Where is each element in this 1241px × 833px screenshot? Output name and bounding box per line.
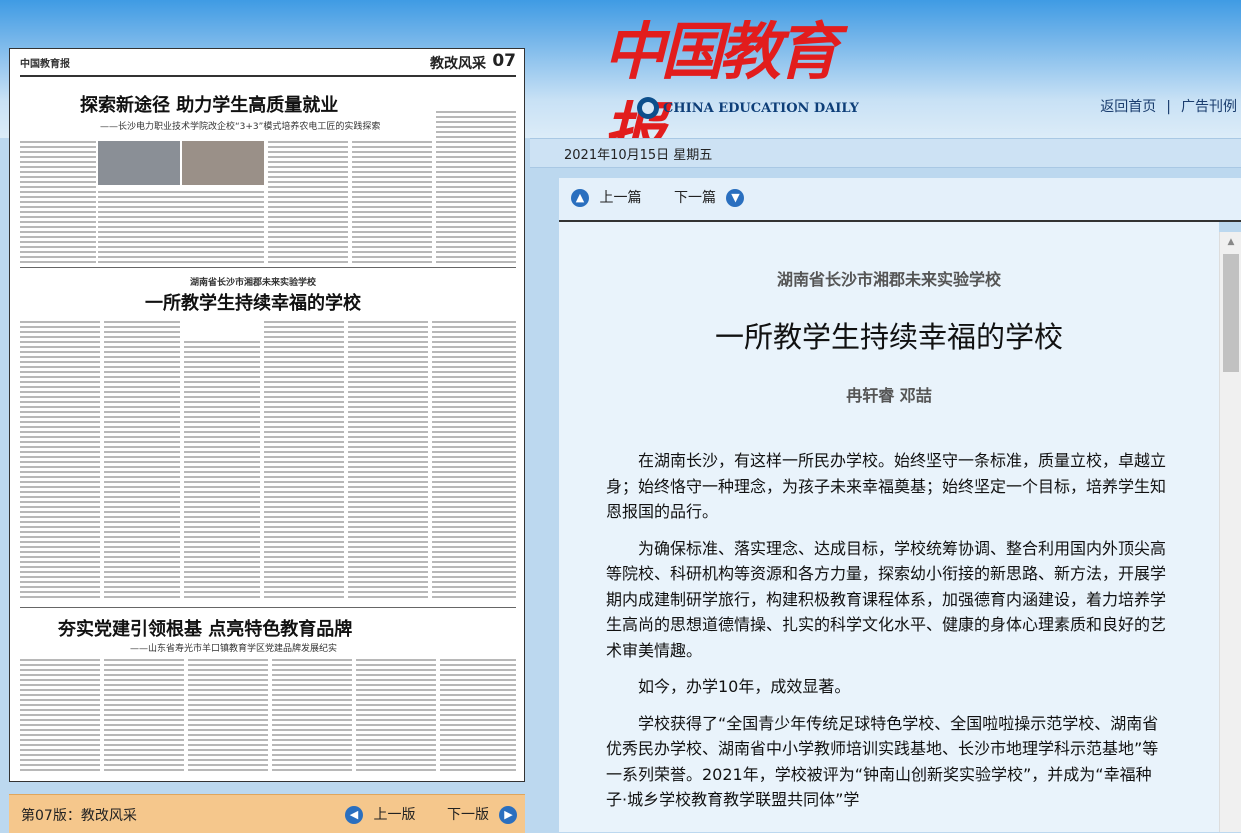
next-article-button[interactable]: 下一篇 ▼: [674, 187, 745, 207]
newspaper-header: 中国教育报 教改风采 07: [20, 51, 516, 77]
article-paragraph: 如今，办学10年，成效显著。: [638, 677, 851, 696]
newspaper-text-block: [436, 109, 516, 263]
next-article-label: 下一篇: [674, 190, 716, 206]
newspaper-text-block: [20, 657, 100, 773]
newspaper-text-block: [348, 319, 428, 599]
newspaper-text-block: [98, 189, 264, 263]
page-label: 第07版：教改风采: [21, 808, 137, 824]
newspaper-headline[interactable]: 探索新途径 助力学生高质量就业: [80, 91, 338, 117]
article-kicker: 湖南省长沙市湘郡未来实验学校: [776, 270, 1001, 289]
article-paragraph: 在湖南长沙，有这样一所民办学校。始终坚守一条标准，质量立校，卓越立身；始终恪守一…: [606, 451, 1167, 521]
newspaper-subhead: ——长沙电力职业技术学院改企校“3+3”模式培养农电工匠的实践探索: [100, 122, 381, 132]
article-authors: 冉轩睿 邓喆: [846, 386, 932, 405]
ad-rates-link[interactable]: 广告刊例: [1181, 99, 1237, 115]
newspaper-text-block: [268, 139, 348, 263]
article-paragraph: 学校获得了“全国青少年传统足球特色学校、全国啦啦操示范学校、湖南省优秀民办学校、…: [606, 713, 1159, 810]
newspaper-headline[interactable]: 夯实党建引领根基 点亮特色教育品牌: [58, 615, 352, 641]
newspaper-text-block: [188, 657, 268, 773]
newspaper-masthead: 中国教育报: [20, 59, 70, 70]
newspaper-text-block: [20, 139, 96, 263]
article-body: 在湖南长沙，有这样一所民办学校。始终坚守一条标准，质量立校，卓越立身；始终恪守一…: [606, 448, 1166, 824]
scroll-thumb[interactable]: [1223, 254, 1239, 372]
article-content: 湖南省长沙市湘郡未来实验学校 一所教学生持续幸福的学校 冉轩睿 邓喆 在湖南长沙…: [559, 222, 1219, 832]
newspaper-text-block: [184, 339, 260, 599]
newspaper-text-block: [104, 657, 184, 773]
newspaper-text-block: [272, 657, 352, 773]
emblem-icon: [637, 97, 659, 119]
newspaper-subhead: ——山东省寿光市羊口镇教育学区党建品牌发展纪实: [130, 644, 338, 654]
home-link[interactable]: 返回首页: [1100, 99, 1156, 115]
next-page-button[interactable]: 下一版 ▶: [447, 804, 518, 824]
newspaper-text-block: [432, 319, 516, 599]
newspaper-divider: [20, 267, 516, 268]
newspaper-text-block: [264, 319, 344, 599]
scrollbar[interactable]: ▲: [1219, 232, 1241, 832]
top-links: 返回首页 | 广告刊例: [1100, 96, 1237, 116]
newspaper-kicker: 湖南省长沙市湘郡未来实验学校: [190, 278, 317, 288]
newspaper-page-image[interactable]: 中国教育报 教改风采 07 探索新途径 助力学生高质量就业 ——长沙电力职业技术…: [9, 48, 525, 782]
prev-page-button[interactable]: ◀ 上一版: [345, 804, 415, 824]
newspaper-headline[interactable]: 一所教学生持续幸福的学校: [145, 289, 361, 315]
newspaper-text-block: [20, 319, 100, 599]
newspaper-divider: [20, 607, 516, 608]
date-bar: 2021年10月15日 星期五: [530, 138, 1241, 168]
newspaper-photo: [182, 141, 264, 185]
page-footer-bar: 第07版：教改风采 ◀ 上一版 下一版 ▶: [9, 794, 525, 833]
page-thumbnail-panel: 中国教育报 教改风采 07 探索新途径 助力学生高质量就业 ——长沙电力职业技术…: [0, 40, 530, 833]
article-nav-bar: ▲ 上一篇 下一篇 ▼: [559, 178, 1241, 222]
newspaper-text-block: [352, 139, 432, 263]
arrow-right-icon: ▶: [499, 806, 518, 824]
newspaper-page-number: 07: [492, 51, 516, 71]
newspaper-text-block: [356, 657, 436, 773]
issue-date: 2021年10月15日 星期五: [564, 148, 713, 163]
arrow-left-icon: ◀: [345, 806, 363, 824]
prev-page-label: 上一版: [373, 807, 416, 823]
newspaper-section: 教改风采: [430, 56, 486, 72]
logo-english: CHINA EDUCATION DAILY: [663, 100, 859, 116]
site-logo[interactable]: 中国教育报: [603, 12, 843, 168]
newspaper-photo: [98, 141, 180, 185]
arrow-up-icon: ▲: [571, 189, 589, 207]
newspaper-text-block: [104, 319, 180, 599]
prev-article-label: 上一篇: [599, 190, 642, 206]
prev-article-button[interactable]: ▲ 上一篇: [571, 187, 641, 207]
logo-english-wrap: CHINA EDUCATION DAILY: [637, 95, 859, 121]
link-separator: |: [1166, 99, 1171, 115]
next-page-label: 下一版: [447, 807, 489, 823]
article-title: 一所教学生持续幸福的学校: [714, 320, 1063, 354]
article-paragraph: 为确保标准、落实理念、达成目标，学校统筹协调、整合利用国内外顶尖高等院校、科研机…: [606, 538, 1167, 660]
arrow-down-icon: ▼: [726, 189, 745, 207]
scroll-up-icon[interactable]: ▲: [1220, 232, 1241, 252]
newspaper-text-block: [440, 657, 516, 773]
